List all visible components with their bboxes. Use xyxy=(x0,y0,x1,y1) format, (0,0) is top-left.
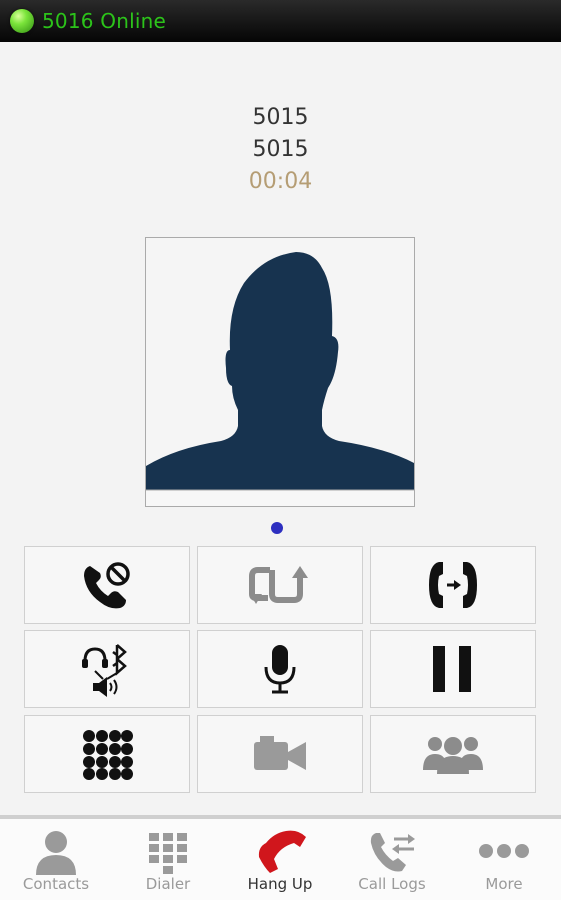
dialer-icon xyxy=(149,833,187,874)
call-transfer-icon xyxy=(249,566,308,604)
caller-name: 5015 xyxy=(252,105,309,130)
nav-more[interactable]: More xyxy=(448,819,560,900)
call-logs-icon xyxy=(370,833,415,872)
video-camera-icon xyxy=(254,736,306,770)
call-reject-icon xyxy=(84,562,130,609)
keypad-button[interactable] xyxy=(24,715,190,793)
call-forward-icon xyxy=(429,562,477,608)
status-text: 5016 Online xyxy=(42,9,166,33)
nav-call-logs[interactable]: Call Logs xyxy=(336,819,448,900)
video-button[interactable] xyxy=(197,715,363,793)
keypad-icon xyxy=(83,730,133,780)
call-timer: 00:04 xyxy=(248,169,313,194)
caller-number: 5015 xyxy=(252,137,309,162)
audio-route-button[interactable] xyxy=(24,630,190,708)
nav-hangup-label: Hang Up xyxy=(247,875,313,893)
microphone-icon xyxy=(264,645,296,694)
more-icon xyxy=(479,844,529,858)
nav-contacts-label: Contacts xyxy=(22,875,90,893)
nav-dialer-label: Dialer xyxy=(145,875,191,893)
conference-button[interactable] xyxy=(370,715,536,793)
nav-hangup[interactable]: Hang Up xyxy=(224,819,336,900)
bottom-nav: Contacts Dialer Hang Up Call Logs More xyxy=(0,815,561,900)
transfer-call-button[interactable] xyxy=(197,546,363,624)
hangup-phone-icon xyxy=(258,830,306,873)
status-bar: 5016 Online xyxy=(0,0,561,42)
nav-more-label: More xyxy=(485,875,523,893)
conference-icon xyxy=(423,737,483,774)
hold-button[interactable] xyxy=(370,630,536,708)
mute-button[interactable] xyxy=(197,630,363,708)
contacts-icon xyxy=(36,831,76,875)
person-silhouette-icon xyxy=(146,238,414,506)
nav-call-logs-label: Call Logs xyxy=(358,875,426,893)
reject-call-button[interactable] xyxy=(24,546,190,624)
online-status-icon xyxy=(10,9,34,33)
nav-contacts[interactable]: Contacts xyxy=(0,819,112,900)
forward-call-button[interactable] xyxy=(370,546,536,624)
audio-route-bluetooth-icon xyxy=(82,644,127,697)
nav-dialer[interactable]: Dialer xyxy=(112,819,224,900)
call-info: 5015 5015 00:04 xyxy=(0,102,561,198)
contact-avatar xyxy=(145,237,415,507)
page-indicator xyxy=(271,522,283,534)
pause-icon xyxy=(433,646,471,692)
